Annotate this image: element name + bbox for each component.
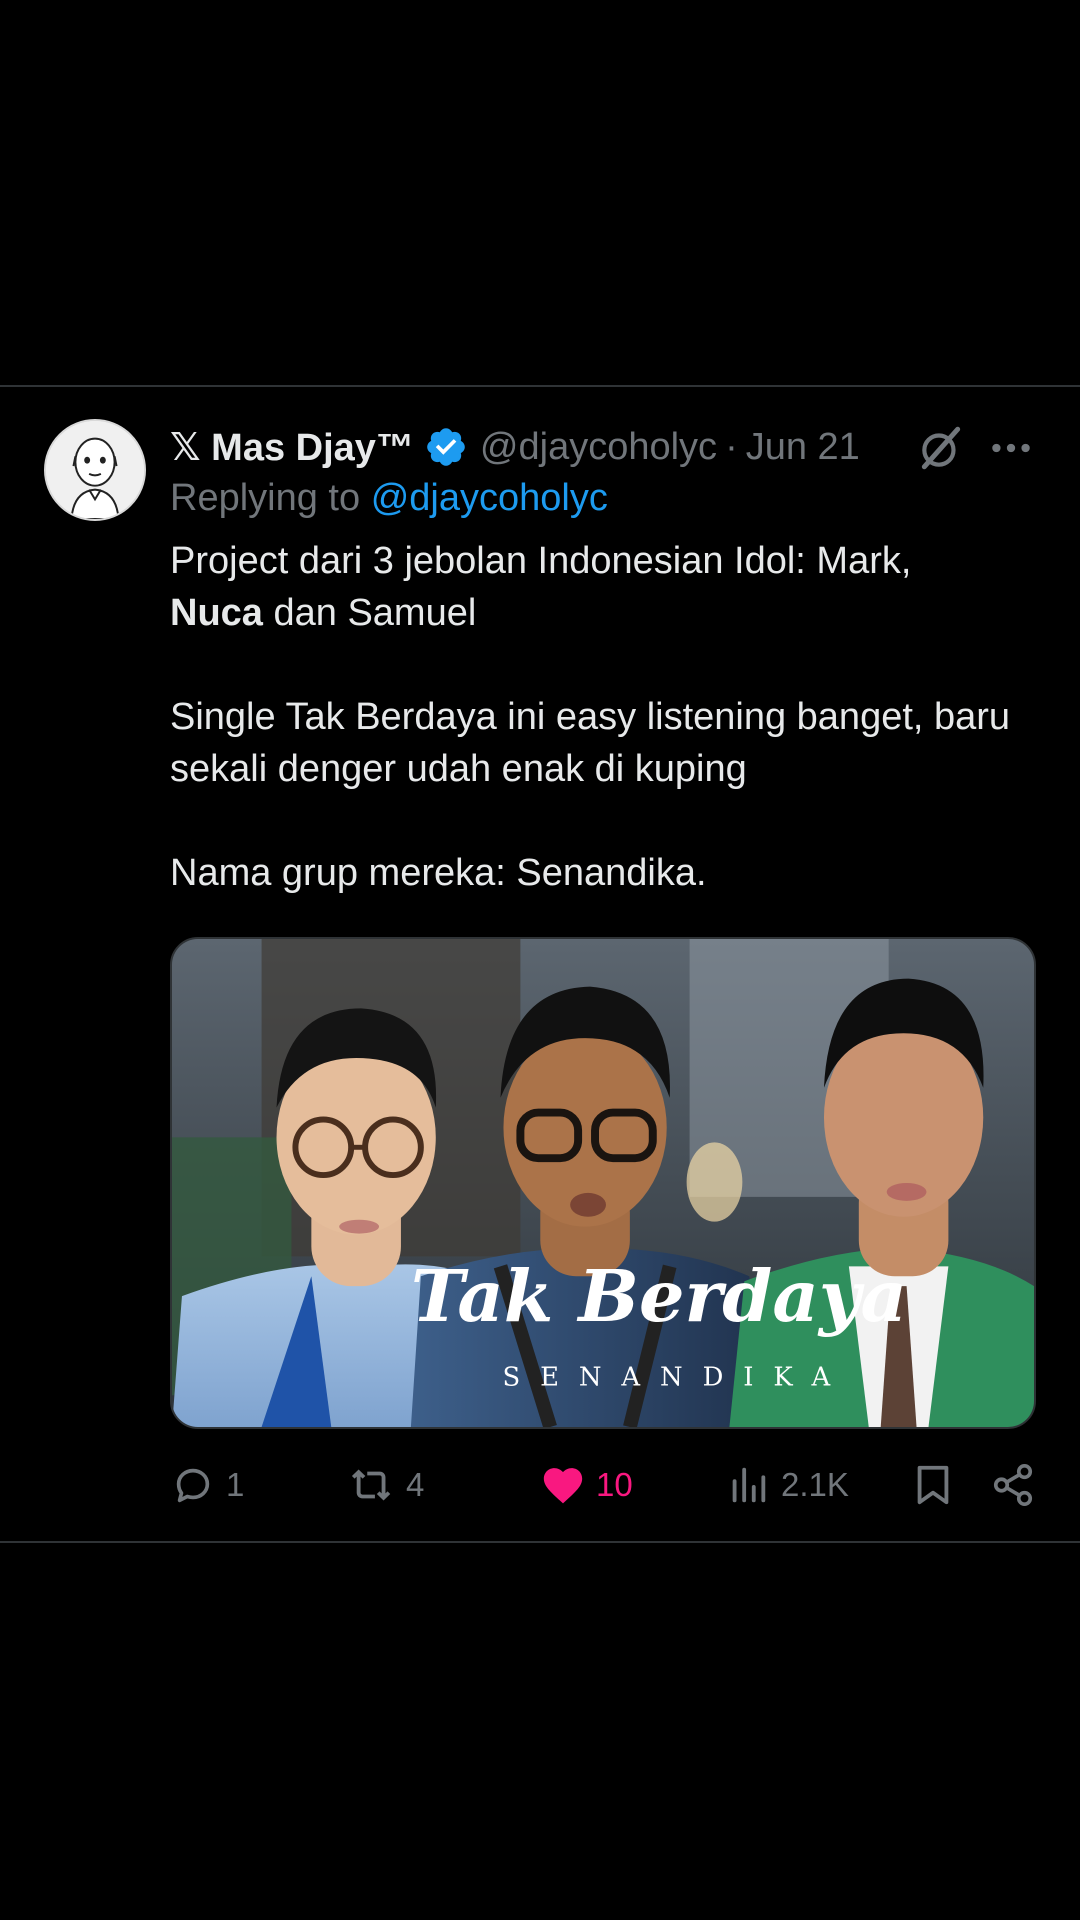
views-count: 2.1K xyxy=(781,1466,849,1503)
like-count: 10 xyxy=(596,1466,633,1503)
reply-count: 1 xyxy=(226,1466,245,1503)
retweet-button[interactable]: 4 xyxy=(350,1455,424,1515)
tweet[interactable]: 𝕏 Mas Djay™ @djaycoholyc · Jun 21 Replyi… xyxy=(0,387,1080,1541)
tweet-text-line-2-rest: dan Samuel xyxy=(262,592,477,634)
reply-button[interactable]: 1 xyxy=(170,1455,244,1515)
reply-icon xyxy=(176,1468,210,1503)
bookmark-button[interactable] xyxy=(910,1455,956,1515)
tweet-text: Project dari 3 jebolan Indonesian Idol: … xyxy=(170,535,1050,899)
media-subtitle: SENANDIKA xyxy=(502,1362,850,1392)
replying-prefix: Replying to xyxy=(170,477,361,519)
media-title: Tak Berdaya xyxy=(411,1254,907,1338)
display-name[interactable]: 𝕏 Mas Djay™ xyxy=(170,425,414,470)
tweet-date[interactable]: Jun 21 xyxy=(746,426,860,469)
tweet-text-spacer xyxy=(170,795,1050,847)
retweet-count: 4 xyxy=(406,1466,425,1503)
like-button[interactable]: 10 xyxy=(540,1455,633,1515)
grok-icon[interactable] xyxy=(916,423,966,473)
tweet-text-line-2: Nuca dan Samuel xyxy=(170,587,1050,639)
timeline-divider-bottom xyxy=(0,1541,1080,1543)
handle[interactable]: @djaycoholyc xyxy=(480,426,717,469)
tweet-text-line-4: Nama grup mereka: Senandika. xyxy=(170,852,707,894)
tweet-text-bold: Nuca xyxy=(170,592,263,634)
views-icon xyxy=(732,1467,766,1503)
verified-icon xyxy=(427,428,465,466)
tweet-text-line-3: Single Tak Berdaya ini easy listening ba… xyxy=(170,696,1011,790)
retweet-icon xyxy=(351,1469,391,1501)
avatar[interactable] xyxy=(44,419,146,521)
tweet-text-spacer xyxy=(170,639,1050,691)
tweet-actions: 1 4 10 2.1K xyxy=(170,1455,1040,1515)
heart-icon xyxy=(543,1468,583,1504)
tweet-media-image[interactable]: Tak Berdaya SENANDIKA xyxy=(170,937,1036,1429)
replying-mention[interactable]: @djaycoholyc xyxy=(371,477,608,519)
views-button[interactable]: 2.1K xyxy=(725,1455,849,1515)
more-icon[interactable] xyxy=(986,423,1036,473)
replying-to: Replying to @djaycoholyc xyxy=(170,477,608,520)
bookmark-icon xyxy=(917,1465,949,1505)
share-icon xyxy=(993,1464,1033,1506)
tweet-text-line-1: Project dari 3 jebolan Indonesian Idol: … xyxy=(170,540,912,582)
share-button[interactable] xyxy=(990,1455,1036,1515)
separator-dot: · xyxy=(725,425,738,468)
